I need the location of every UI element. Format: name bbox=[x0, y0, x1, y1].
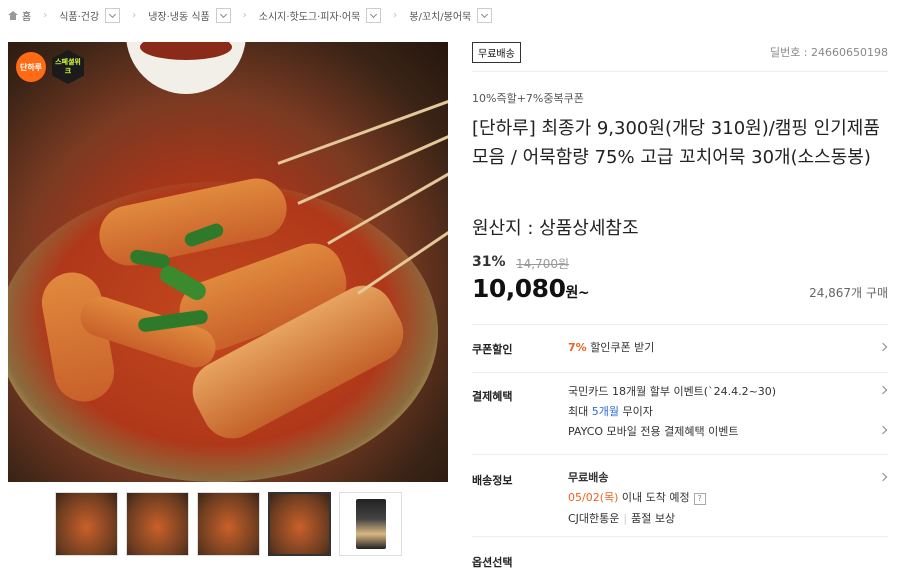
divider: | bbox=[623, 512, 628, 525]
divider bbox=[472, 71, 888, 72]
chevron-right-icon[interactable] bbox=[878, 425, 888, 435]
payment-line-2-post: 무이자 bbox=[619, 405, 653, 418]
chevron-right-icon: › bbox=[393, 9, 398, 21]
brand-badge: 단하루 bbox=[16, 52, 46, 82]
chevron-down-icon[interactable] bbox=[215, 7, 231, 23]
free-shipping-tag: 무료배송 bbox=[472, 42, 521, 63]
breadcrumb: 홈 › 식품·건강 › 냉장·냉동 식품 › 소시지·핫도그·피자·어묵 › 봉… bbox=[8, 6, 493, 24]
sold-count: 24,867개 구매 bbox=[809, 286, 888, 300]
skewer bbox=[297, 132, 448, 205]
thumbnail-3[interactable] bbox=[197, 492, 260, 556]
thumbnail-2[interactable] bbox=[126, 492, 189, 556]
carrier-name: CJ대한통운 bbox=[568, 512, 620, 525]
shipping-info-row: 배송정보 무료배송 05/02(목) 이내 도착 예정? CJ대한통운 | 품절 보… bbox=[472, 454, 888, 534]
coupon-action[interactable]: 7% 할인쿠폰 받기 bbox=[568, 339, 654, 355]
sale-price: 10,080원~ bbox=[472, 274, 590, 303]
payment-line-2: 최대 5개월 무이자 bbox=[568, 403, 653, 419]
price-suffix: 원~ bbox=[565, 285, 590, 301]
chevron-right-icon[interactable] bbox=[878, 385, 888, 395]
chevron-right-icon[interactable] bbox=[878, 342, 888, 352]
chevron-down-icon[interactable] bbox=[366, 7, 382, 23]
payment-line-3[interactable]: PAYCO 모바일 전용 결제혜택 이벤트 bbox=[568, 423, 738, 439]
payment-label: 결제혜택 bbox=[472, 390, 513, 403]
help-icon[interactable]: ? bbox=[693, 493, 706, 505]
original-price: 14,700원 bbox=[516, 257, 570, 271]
coupon-row[interactable]: 쿠폰할인 7% 할인쿠폰 받기 bbox=[472, 324, 888, 372]
shipping-title: 무료배송 bbox=[568, 471, 609, 484]
carrier-info: CJ대한통운 | 품절 보상 bbox=[568, 510, 675, 526]
product-main-image[interactable]: 단하루 스페셜위크 bbox=[8, 42, 448, 482]
price-value: 10,080 bbox=[472, 274, 566, 303]
delivery-estimate: 05/02(목) 이내 도착 예정? bbox=[568, 489, 706, 505]
payment-line-1[interactable]: 국민카드 18개월 할부 이벤트(`24.4.2~30) bbox=[568, 383, 776, 399]
breadcrumb-home[interactable]: 홈 bbox=[22, 8, 31, 23]
delivery-date: 05/02(목) bbox=[568, 491, 619, 504]
breadcrumb-item-3[interactable]: 소시지·핫도그·피자·어묵 bbox=[259, 8, 361, 23]
breadcrumb-item-2[interactable]: 냉장·냉동 식품 bbox=[148, 8, 210, 23]
payment-line-2-pre: 최대 bbox=[568, 405, 592, 418]
origin-info: 원산지 : 상품상세참조 bbox=[472, 218, 639, 239]
special-week-badge: 스페셜위크 bbox=[52, 50, 84, 84]
payment-benefit-row: 결제혜택 국민카드 18개월 할부 이벤트(`24.4.2~30) 최대 5개월… bbox=[472, 372, 888, 456]
chevron-down-icon[interactable] bbox=[105, 7, 121, 23]
breadcrumb-item-4[interactable]: 봉/꼬치/봉어묵 bbox=[409, 8, 471, 23]
product-title: [단하루] 최종가 9,300원(개당 310원)/캠핑 인기제품 모음 / 어… bbox=[472, 118, 880, 168]
coupon-label: 쿠폰할인 bbox=[472, 343, 513, 356]
discount-percent: 31% bbox=[472, 254, 506, 270]
sauce-bowl bbox=[126, 42, 246, 94]
thumbnail-1[interactable] bbox=[55, 492, 118, 556]
shipping-label: 배송정보 bbox=[472, 474, 513, 487]
coupon-text: 할인쿠폰 받기 bbox=[590, 341, 655, 354]
breadcrumb-item-1[interactable]: 식품·건강 bbox=[59, 8, 99, 23]
thumbnail-list bbox=[55, 492, 402, 556]
chevron-right-icon: › bbox=[242, 9, 247, 21]
option-select-row: 옵션선택 bbox=[472, 536, 888, 576]
option-label: 옵션선택 bbox=[472, 556, 513, 569]
soldout-guarantee: 품절 보상 bbox=[631, 512, 676, 525]
deal-number: 딜번호 : 24660650198 bbox=[769, 46, 888, 59]
delivery-suffix: 이내 도착 예정 bbox=[618, 491, 690, 504]
chevron-right-icon: › bbox=[43, 9, 48, 21]
chevron-down-icon[interactable] bbox=[477, 7, 493, 23]
coupon-tag: 10%즉할+7%중복쿠폰 bbox=[472, 92, 584, 105]
thumbnail-5-package[interactable] bbox=[339, 492, 402, 556]
coupon-percent: 7% bbox=[568, 341, 587, 354]
home-icon[interactable] bbox=[8, 10, 18, 20]
chevron-right-icon[interactable] bbox=[878, 472, 888, 482]
installment-months: 5개월 bbox=[591, 405, 619, 418]
chevron-right-icon: › bbox=[132, 9, 137, 21]
thumbnail-4-selected[interactable] bbox=[268, 492, 331, 556]
skewer bbox=[277, 97, 448, 165]
